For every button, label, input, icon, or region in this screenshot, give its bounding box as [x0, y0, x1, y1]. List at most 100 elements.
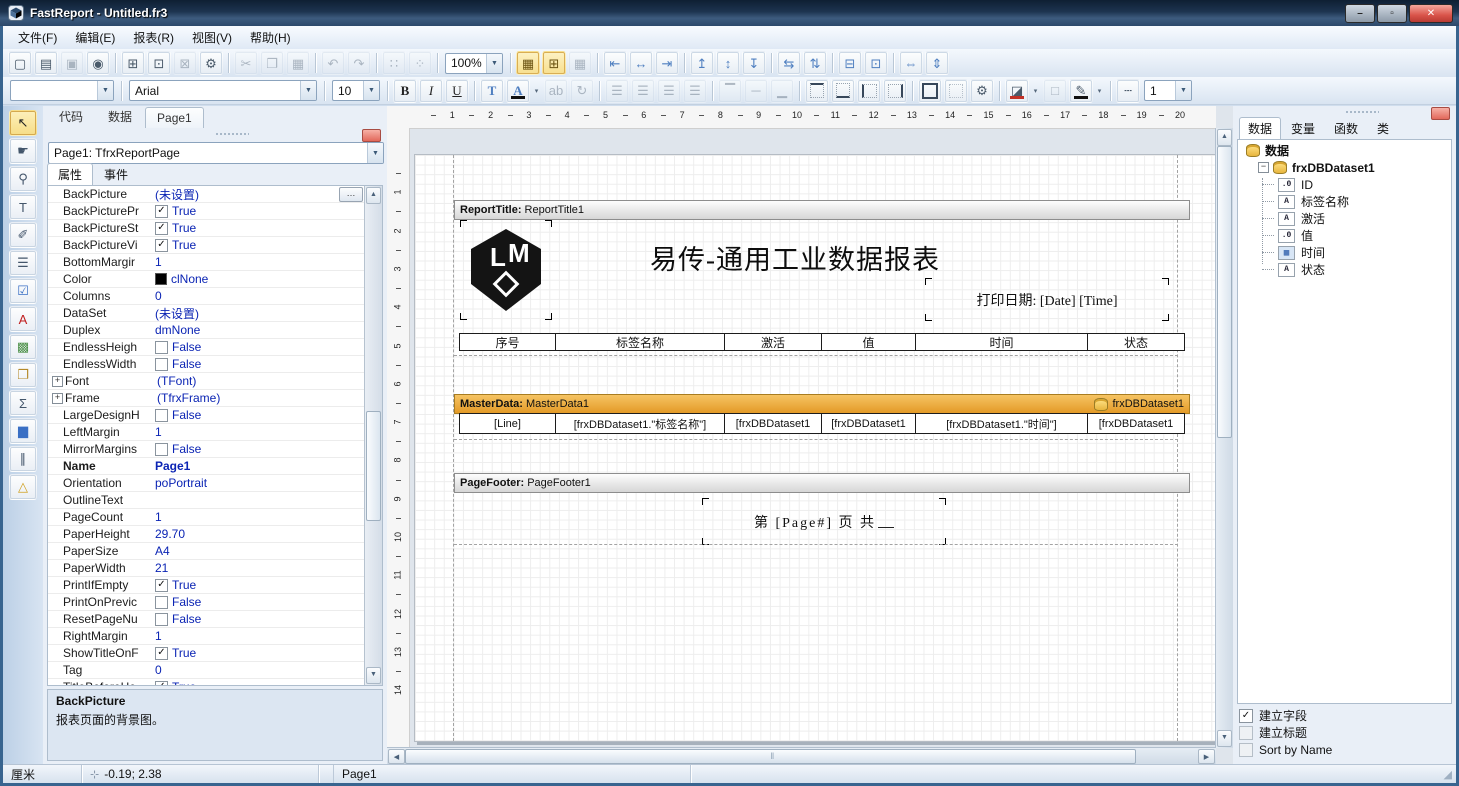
property-row[interactable]: BackPicture(未设置)…: [48, 186, 365, 203]
halign-right-button[interactable]: ☰: [657, 79, 681, 103]
save-report-button[interactable]: ▣: [60, 51, 84, 75]
checkbox-icon[interactable]: [1239, 726, 1253, 740]
property-row[interactable]: NamePage1: [48, 458, 365, 475]
property-row[interactable]: Columns0: [48, 288, 365, 305]
frame-edit-button[interactable]: ⚙: [970, 79, 994, 103]
snap-to-grid-button[interactable]: ⊞: [542, 51, 566, 75]
property-row[interactable]: ResetPageNuFalse: [48, 611, 365, 628]
report-title-text-object[interactable]: 易传-通用工业数据报表: [565, 239, 1025, 275]
frame-none-button[interactable]: [944, 79, 968, 103]
font-color-button[interactable]: A: [506, 79, 530, 103]
resize-grip[interactable]: ◢: [1444, 768, 1456, 781]
checkbox-icon[interactable]: [155, 613, 168, 626]
data-cell[interactable]: [frxDBDataset1."标签名称"]: [556, 413, 725, 434]
subreport-object-button[interactable]: ❐: [9, 362, 37, 388]
hand-tool[interactable]: ☛: [9, 138, 37, 164]
tab-page1[interactable]: Page1: [145, 107, 204, 128]
align-right-edges-button[interactable]: ⇥: [655, 51, 679, 75]
underline-button[interactable]: U: [445, 79, 469, 103]
checkbox-icon[interactable]: ✓: [155, 239, 168, 252]
group-button[interactable]: ∷: [382, 51, 406, 75]
scroll-right-icon[interactable]: ▶: [1198, 749, 1215, 764]
property-row[interactable]: PaperHeight29.70: [48, 526, 365, 543]
checkbox-icon[interactable]: [155, 596, 168, 609]
property-row[interactable]: PrintIfEmpty✓True: [48, 577, 365, 594]
vertical-scrollbar[interactable]: ▲ ▼: [1215, 128, 1233, 748]
shape-object-button[interactable]: △: [9, 474, 37, 500]
frame-all-button[interactable]: [918, 79, 942, 103]
align-v-centers-button[interactable]: ↕: [716, 51, 740, 75]
new-page-button[interactable]: ⊞: [121, 51, 145, 75]
frame-top-button[interactable]: [805, 79, 829, 103]
scroll-down-icon[interactable]: ▼: [366, 667, 381, 684]
property-row[interactable]: BackPictureSt✓True: [48, 220, 365, 237]
line-width-select[interactable]: 1▼: [1144, 80, 1192, 101]
frame-right-button[interactable]: [883, 79, 907, 103]
tree-node-dataset[interactable]: − frxDBDataset1: [1238, 159, 1451, 176]
checkbox-icon[interactable]: ✓: [155, 205, 168, 218]
property-row[interactable]: EndlessHeighFalse: [48, 339, 365, 356]
ellipsis-button[interactable]: …: [339, 187, 363, 202]
property-row[interactable]: PrintOnPrevicFalse: [48, 594, 365, 611]
new-report-button[interactable]: ▢: [8, 51, 32, 75]
font-select[interactable]: Arial▼: [129, 80, 317, 101]
style-select[interactable]: ▼: [10, 80, 114, 101]
copy-button[interactable]: ❐: [260, 51, 284, 75]
show-grid-button[interactable]: ▦: [516, 51, 540, 75]
property-grid-scrollbar[interactable]: ▲ ▼: [364, 186, 382, 685]
line-style-button[interactable]: ┄: [1116, 79, 1140, 103]
barcode-object-button[interactable]: ∥: [9, 446, 37, 472]
scrollbar-thumb[interactable]: [405, 749, 1136, 764]
chevron-down-icon[interactable]: ▼: [363, 81, 379, 100]
property-row[interactable]: LargeDesignHFalse: [48, 407, 365, 424]
expand-icon[interactable]: +: [52, 376, 63, 387]
tree-option[interactable]: ✓建立字段: [1239, 707, 1456, 724]
fill-color-button[interactable]: ◪: [1005, 79, 1029, 103]
valign-top-button[interactable]: ▔: [718, 79, 742, 103]
minimize-button[interactable]: –: [1345, 4, 1375, 23]
frame-left-button[interactable]: [857, 79, 881, 103]
chart-object-button[interactable]: ▆: [9, 418, 37, 444]
property-row[interactable]: +Font(TFont): [48, 373, 365, 390]
menu-edit[interactable]: 编辑(E): [66, 26, 124, 49]
chevron-down-icon[interactable]: ▼: [1175, 81, 1191, 100]
data-cell[interactable]: [frxDBDataset1: [725, 413, 822, 434]
checkbox-icon[interactable]: ✓: [155, 222, 168, 235]
property-row[interactable]: DuplexdmNone: [48, 322, 365, 339]
expand-icon[interactable]: +: [52, 393, 63, 404]
chevron-down-icon[interactable]: ▼: [486, 54, 502, 73]
header-cell[interactable]: 标签名称: [556, 333, 725, 351]
data-cell[interactable]: [frxDBDataset1: [822, 413, 916, 434]
tree-field[interactable]: A状态: [1238, 261, 1451, 278]
header-cell[interactable]: 序号: [459, 333, 556, 351]
new-dialog-page-button[interactable]: ⊡: [147, 51, 171, 75]
scroll-down-icon[interactable]: ▼: [1217, 730, 1232, 747]
checkbox-icon[interactable]: [155, 341, 168, 354]
splitter-grip[interactable]: [215, 132, 249, 136]
property-row[interactable]: Tag0: [48, 662, 365, 679]
same-height-button[interactable]: ⇕: [925, 51, 949, 75]
data-cell[interactable]: [frxDBDataset1: [1088, 413, 1185, 434]
header-cell[interactable]: 时间: [916, 333, 1088, 351]
cut-button[interactable]: ✂: [234, 51, 258, 75]
checkbox-icon[interactable]: ✓: [1239, 709, 1253, 723]
valign-center-button[interactable]: ─: [744, 79, 768, 103]
property-row[interactable]: MirrorMarginsFalse: [48, 441, 365, 458]
panel-hide-button[interactable]: [1431, 107, 1450, 120]
font-color-dropdown[interactable]: ▾: [531, 80, 542, 102]
tree-option[interactable]: 建立标题: [1239, 724, 1456, 741]
align-h-centers-button[interactable]: ↔: [629, 51, 653, 75]
checkbox-icon[interactable]: ✓: [155, 579, 168, 592]
redo-button[interactable]: ↷: [347, 51, 371, 75]
tree-field[interactable]: A标签名称: [1238, 193, 1451, 210]
checkbox-icon[interactable]: [155, 443, 168, 456]
bold-button[interactable]: B: [393, 79, 417, 103]
menu-file[interactable]: 文件(F): [9, 26, 66, 49]
center-horizontally-button[interactable]: ⊟: [838, 51, 862, 75]
scroll-up-icon[interactable]: ▲: [1217, 129, 1232, 146]
chevron-down-icon[interactable]: ▼: [367, 143, 383, 163]
tab-数据[interactable]: 数据: [96, 104, 144, 128]
align-bottoms-button[interactable]: ↧: [742, 51, 766, 75]
print-date-text-object[interactable]: 打印日期: [Date] [Time]: [933, 286, 1161, 313]
checkbox-icon[interactable]: [155, 409, 168, 422]
